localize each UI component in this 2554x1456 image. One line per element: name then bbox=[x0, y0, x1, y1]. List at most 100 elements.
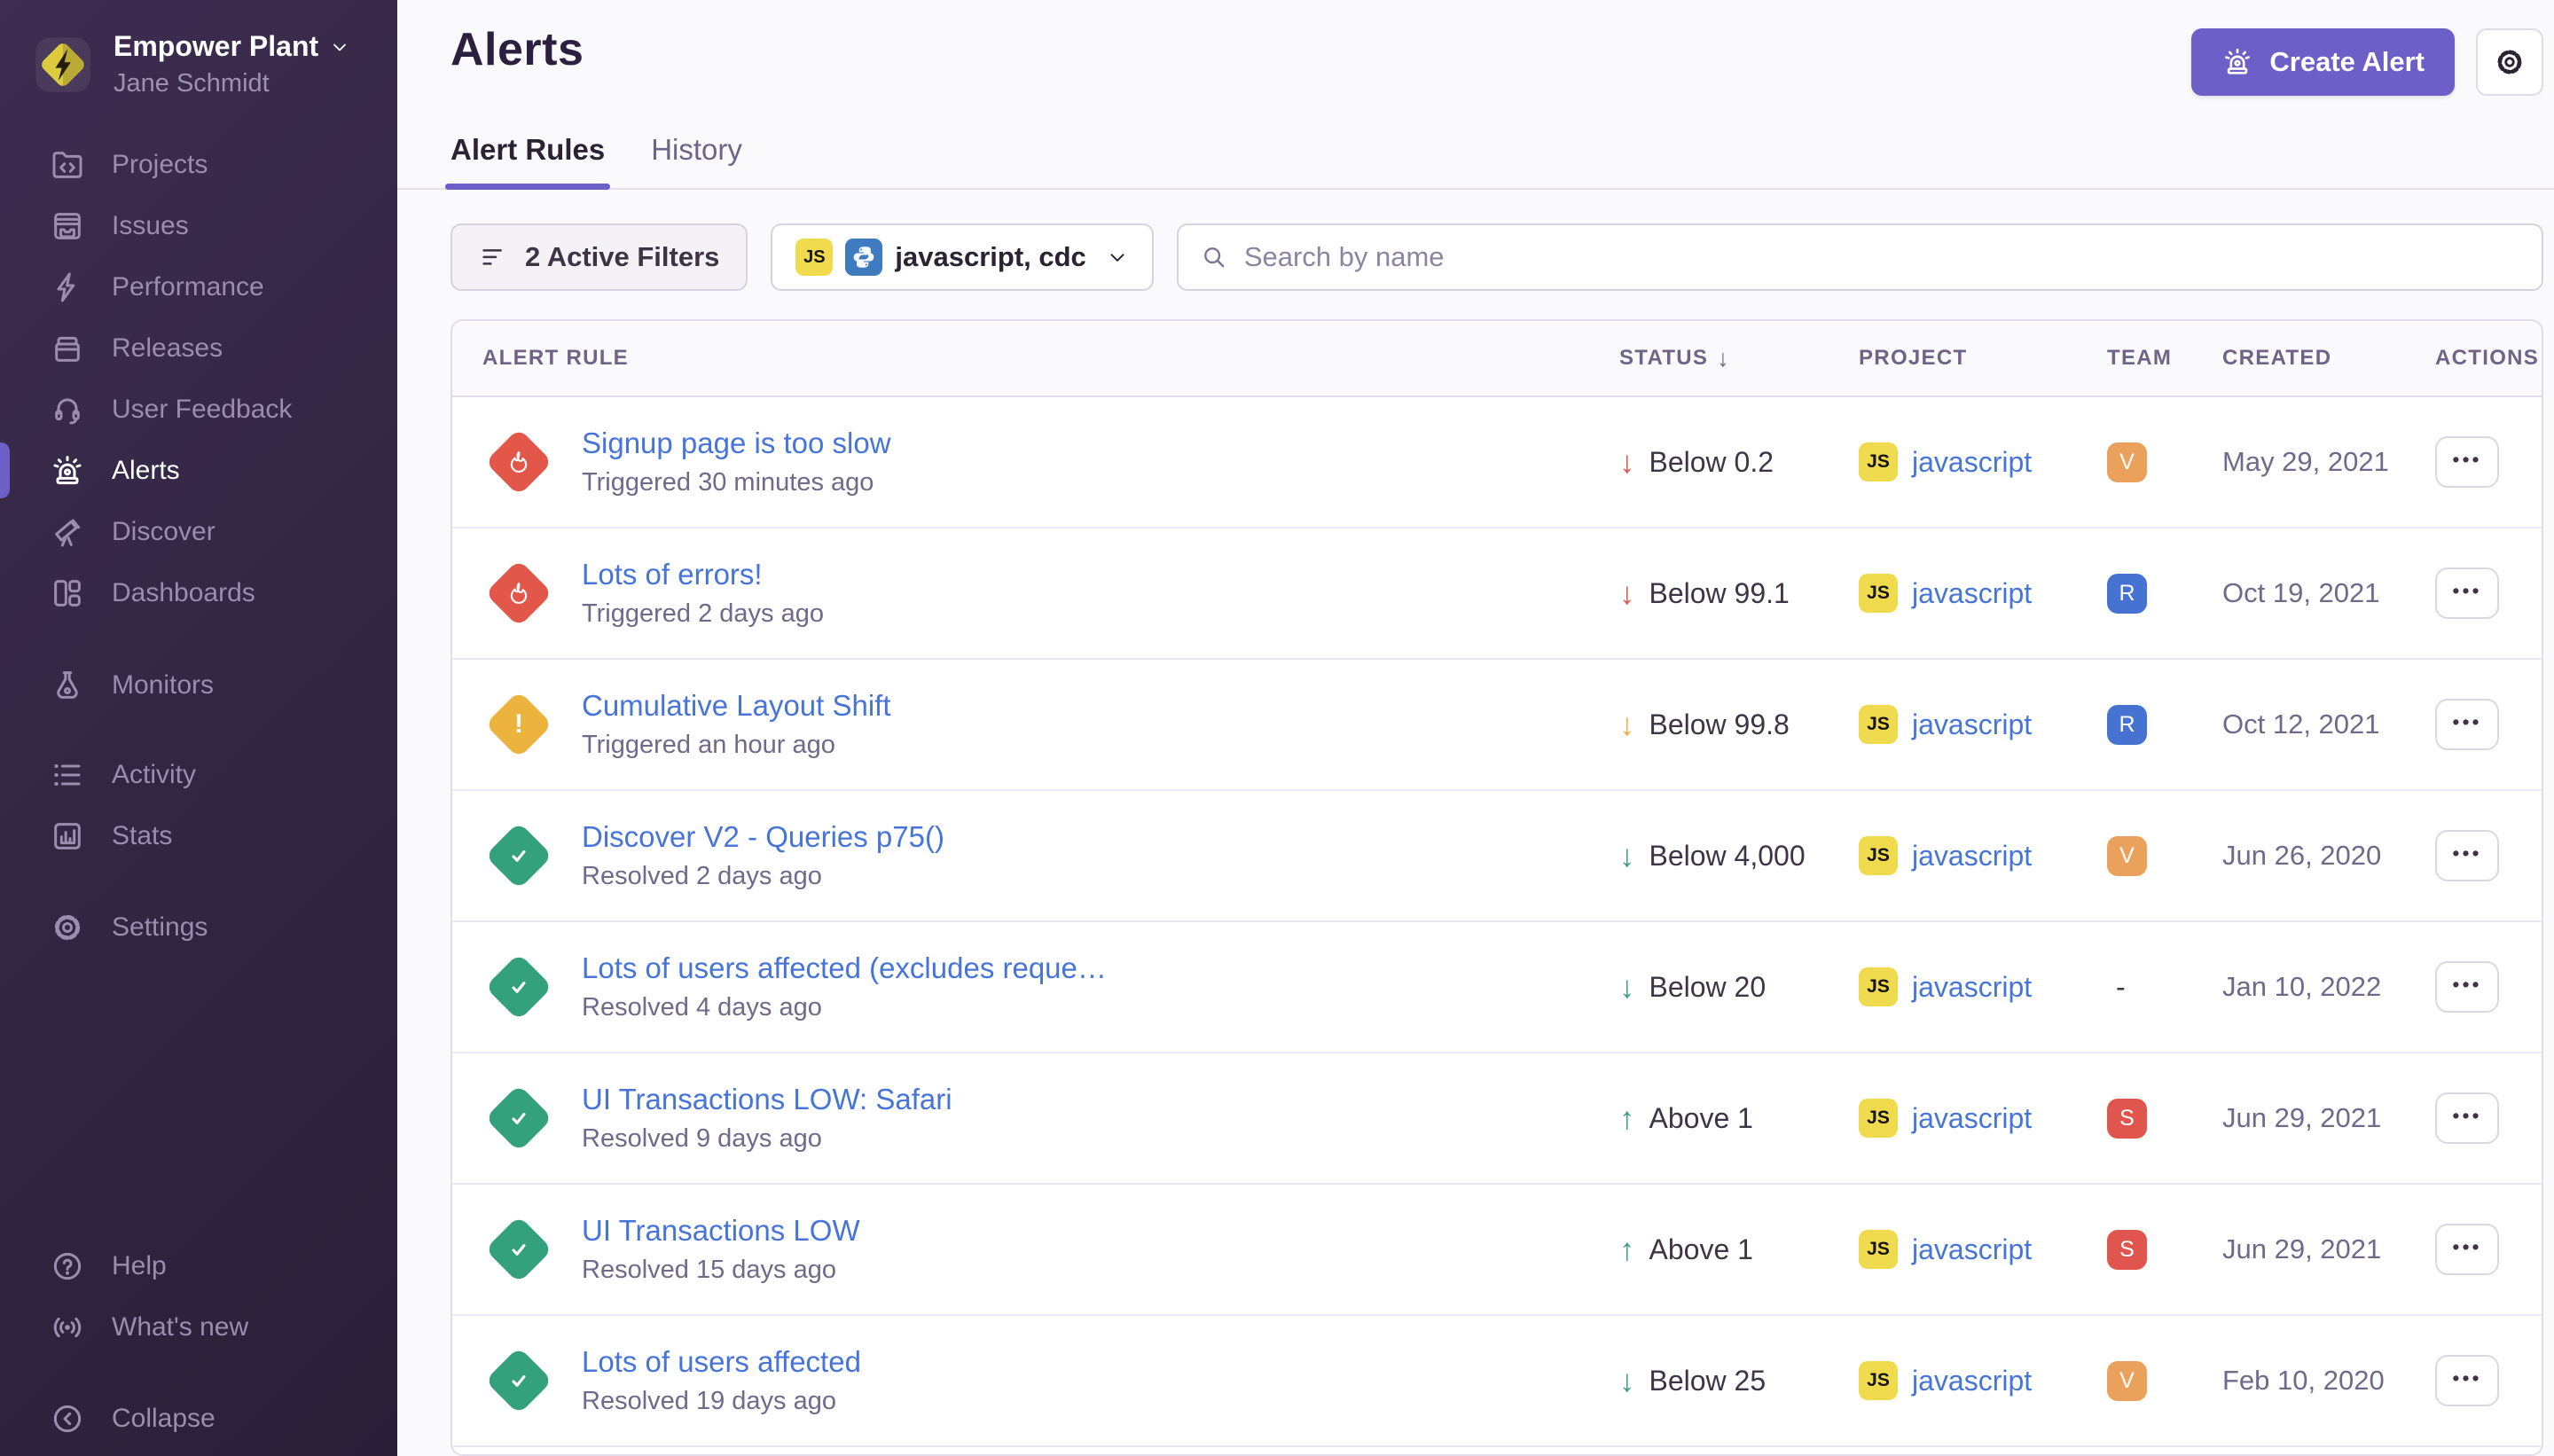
alert-rule-link[interactable]: UI Transactions LOW bbox=[582, 1214, 860, 1248]
resolved-status-icon bbox=[485, 953, 552, 1021]
team-avatar: R bbox=[2107, 705, 2147, 745]
discover-telescope-icon bbox=[50, 514, 85, 550]
trend-down-icon: ↓ bbox=[1619, 972, 1635, 1003]
monitors-flask-icon bbox=[50, 668, 85, 703]
alert-rule-row: Discover V2 - Queries p75() Resolved 2 da… bbox=[452, 791, 2542, 922]
team-avatar: V bbox=[2107, 442, 2147, 482]
column-header-created: Created bbox=[2192, 346, 2405, 371]
alert-rule-link[interactable]: Cumulative Layout Shift bbox=[582, 689, 891, 723]
alert-rule-link[interactable]: UI Transactions LOW: Safari bbox=[582, 1083, 952, 1116]
releases-icon bbox=[50, 331, 85, 366]
alert-rule-subtext: Triggered an hour ago bbox=[582, 731, 891, 760]
status-cell: ↑Above 1 bbox=[1589, 1102, 1829, 1135]
column-header-team: Team bbox=[2077, 346, 2192, 371]
javascript-platform-icon: JS bbox=[1859, 574, 1898, 613]
alert-rules-table: Alert Rule Status↓ Project Team Created … bbox=[450, 319, 2543, 1456]
team-cell: V bbox=[2077, 442, 2192, 482]
alert-rule-link[interactable]: Lots of users affected bbox=[582, 1345, 861, 1379]
ellipsis-icon: ••• bbox=[2452, 1366, 2481, 1390]
project-link[interactable]: javascript bbox=[1912, 577, 2032, 610]
alert-settings-button[interactable] bbox=[2476, 28, 2543, 96]
sidebar-item-discover[interactable]: Discover bbox=[0, 501, 397, 562]
row-actions-button[interactable]: ••• bbox=[2435, 1224, 2499, 1275]
project-link[interactable]: javascript bbox=[1912, 840, 2032, 873]
tabs: Alert Rules History bbox=[397, 133, 2554, 190]
ellipsis-icon: ••• bbox=[2452, 448, 2481, 472]
column-header-actions: Actions bbox=[2405, 346, 2542, 371]
status-value: Above 1 bbox=[1649, 1102, 1753, 1135]
sidebar-item-user-feedback[interactable]: User Feedback bbox=[0, 379, 397, 440]
alert-rule-link[interactable]: Lots of errors! bbox=[582, 558, 824, 591]
row-actions-button[interactable]: ••• bbox=[2435, 1355, 2499, 1406]
project-link[interactable]: javascript bbox=[1912, 1365, 2032, 1397]
sidebar-item-dashboards[interactable]: Dashboards bbox=[0, 562, 397, 623]
critical-status-icon bbox=[485, 428, 552, 496]
sidebar-item-projects[interactable]: Projects bbox=[0, 134, 397, 195]
project-link[interactable]: javascript bbox=[1912, 446, 2032, 479]
sidebar-item-stats[interactable]: Stats bbox=[0, 805, 397, 866]
created-date: Jun 29, 2021 bbox=[2192, 1233, 2405, 1265]
tab-history[interactable]: History bbox=[651, 133, 742, 188]
row-actions-button[interactable]: ••• bbox=[2435, 568, 2499, 619]
javascript-platform-icon: JS bbox=[1859, 1230, 1898, 1269]
search-box bbox=[1177, 223, 2543, 291]
alert-rule-link[interactable]: Discover V2 - Queries p75() bbox=[582, 820, 944, 854]
sidebar-item-releases[interactable]: Releases bbox=[0, 317, 397, 379]
org-name: Empower Plant bbox=[114, 30, 318, 63]
status-value: Below 99.8 bbox=[1649, 708, 1790, 741]
sidebar-item-performance[interactable]: Performance bbox=[0, 256, 397, 317]
table-header: Alert Rule Status↓ Project Team Created … bbox=[452, 321, 2542, 397]
create-alert-button[interactable]: Create Alert bbox=[2191, 28, 2455, 96]
javascript-platform-icon: JS bbox=[1859, 442, 1898, 481]
sidebar-item-help[interactable]: Help bbox=[0, 1235, 397, 1296]
alert-rule-subtext: Resolved 15 days ago bbox=[582, 1256, 860, 1285]
project-link[interactable]: javascript bbox=[1912, 1102, 2032, 1135]
alert-rule-subtext: Triggered 30 minutes ago bbox=[582, 468, 891, 497]
project-filter-dropdown[interactable]: JS javascript, cdc bbox=[771, 223, 1153, 291]
resolved-status-icon bbox=[485, 1347, 552, 1414]
status-cell: ↓Below 25 bbox=[1589, 1365, 1829, 1397]
sidebar-item-whats-new[interactable]: What's new bbox=[0, 1296, 397, 1358]
alert-rule-row: !Cumulative Layout ShiftTriggered an hou… bbox=[452, 660, 2542, 791]
help-icon bbox=[50, 1249, 85, 1284]
sidebar-item-monitors[interactable]: Monitors bbox=[0, 654, 397, 716]
status-value: Below 99.1 bbox=[1649, 577, 1790, 610]
alert-rule-link[interactable]: Signup page is too slow bbox=[582, 427, 891, 460]
status-value: Below 0.2 bbox=[1649, 446, 1774, 479]
created-date: Jun 29, 2021 bbox=[2192, 1102, 2405, 1134]
sidebar-item-activity[interactable]: Activity bbox=[0, 744, 397, 805]
ellipsis-icon: ••• bbox=[2452, 579, 2481, 603]
alert-rule-row: Lots of users affected (excludes reque…R… bbox=[452, 922, 2542, 1053]
row-actions-button[interactable]: ••• bbox=[2435, 1092, 2499, 1144]
search-input[interactable] bbox=[1242, 240, 2520, 274]
tab-alert-rules[interactable]: Alert Rules bbox=[450, 133, 605, 188]
trend-down-icon: ↓ bbox=[1619, 1366, 1635, 1397]
row-actions-button[interactable]: ••• bbox=[2435, 699, 2499, 750]
row-actions-button[interactable]: ••• bbox=[2435, 961, 2499, 1013]
project-link[interactable]: javascript bbox=[1912, 971, 2032, 1004]
sort-descending-icon: ↓ bbox=[1717, 345, 1730, 372]
alert-rule-subtext: Resolved 2 days ago bbox=[582, 862, 944, 891]
org-switcher[interactable]: Empower Plant Jane Schmidt bbox=[34, 30, 397, 98]
check-icon bbox=[505, 1235, 533, 1264]
alert-rule-subtext: Resolved 9 days ago bbox=[582, 1124, 952, 1154]
ellipsis-icon: ••• bbox=[2452, 710, 2481, 734]
sidebar-item-alerts[interactable]: Alerts bbox=[0, 440, 397, 501]
row-actions-button[interactable]: ••• bbox=[2435, 830, 2499, 881]
sidebar-item-settings[interactable]: Settings bbox=[0, 896, 397, 958]
project-link[interactable]: javascript bbox=[1912, 708, 2032, 741]
alerts-siren-icon bbox=[50, 453, 85, 489]
alert-rule-link[interactable]: Lots of users affected (excludes reque… bbox=[582, 951, 1107, 985]
project-link[interactable]: javascript bbox=[1912, 1233, 2032, 1266]
row-actions-button[interactable]: ••• bbox=[2435, 436, 2499, 488]
column-header-status[interactable]: Status↓ bbox=[1589, 345, 1829, 372]
ellipsis-icon: ••• bbox=[2452, 842, 2481, 865]
active-filters-button[interactable]: 2 Active Filters bbox=[450, 223, 748, 291]
sidebar-item-issues[interactable]: Issues bbox=[0, 195, 397, 256]
collapse-icon bbox=[50, 1401, 85, 1436]
column-header-alert-rule: Alert Rule bbox=[452, 346, 1589, 371]
status-cell: ↓Below 99.1 bbox=[1589, 577, 1829, 610]
resolved-status-icon bbox=[485, 1216, 552, 1283]
trend-down-icon: ↓ bbox=[1619, 447, 1635, 478]
sidebar-collapse-button[interactable]: Collapse bbox=[0, 1388, 397, 1449]
